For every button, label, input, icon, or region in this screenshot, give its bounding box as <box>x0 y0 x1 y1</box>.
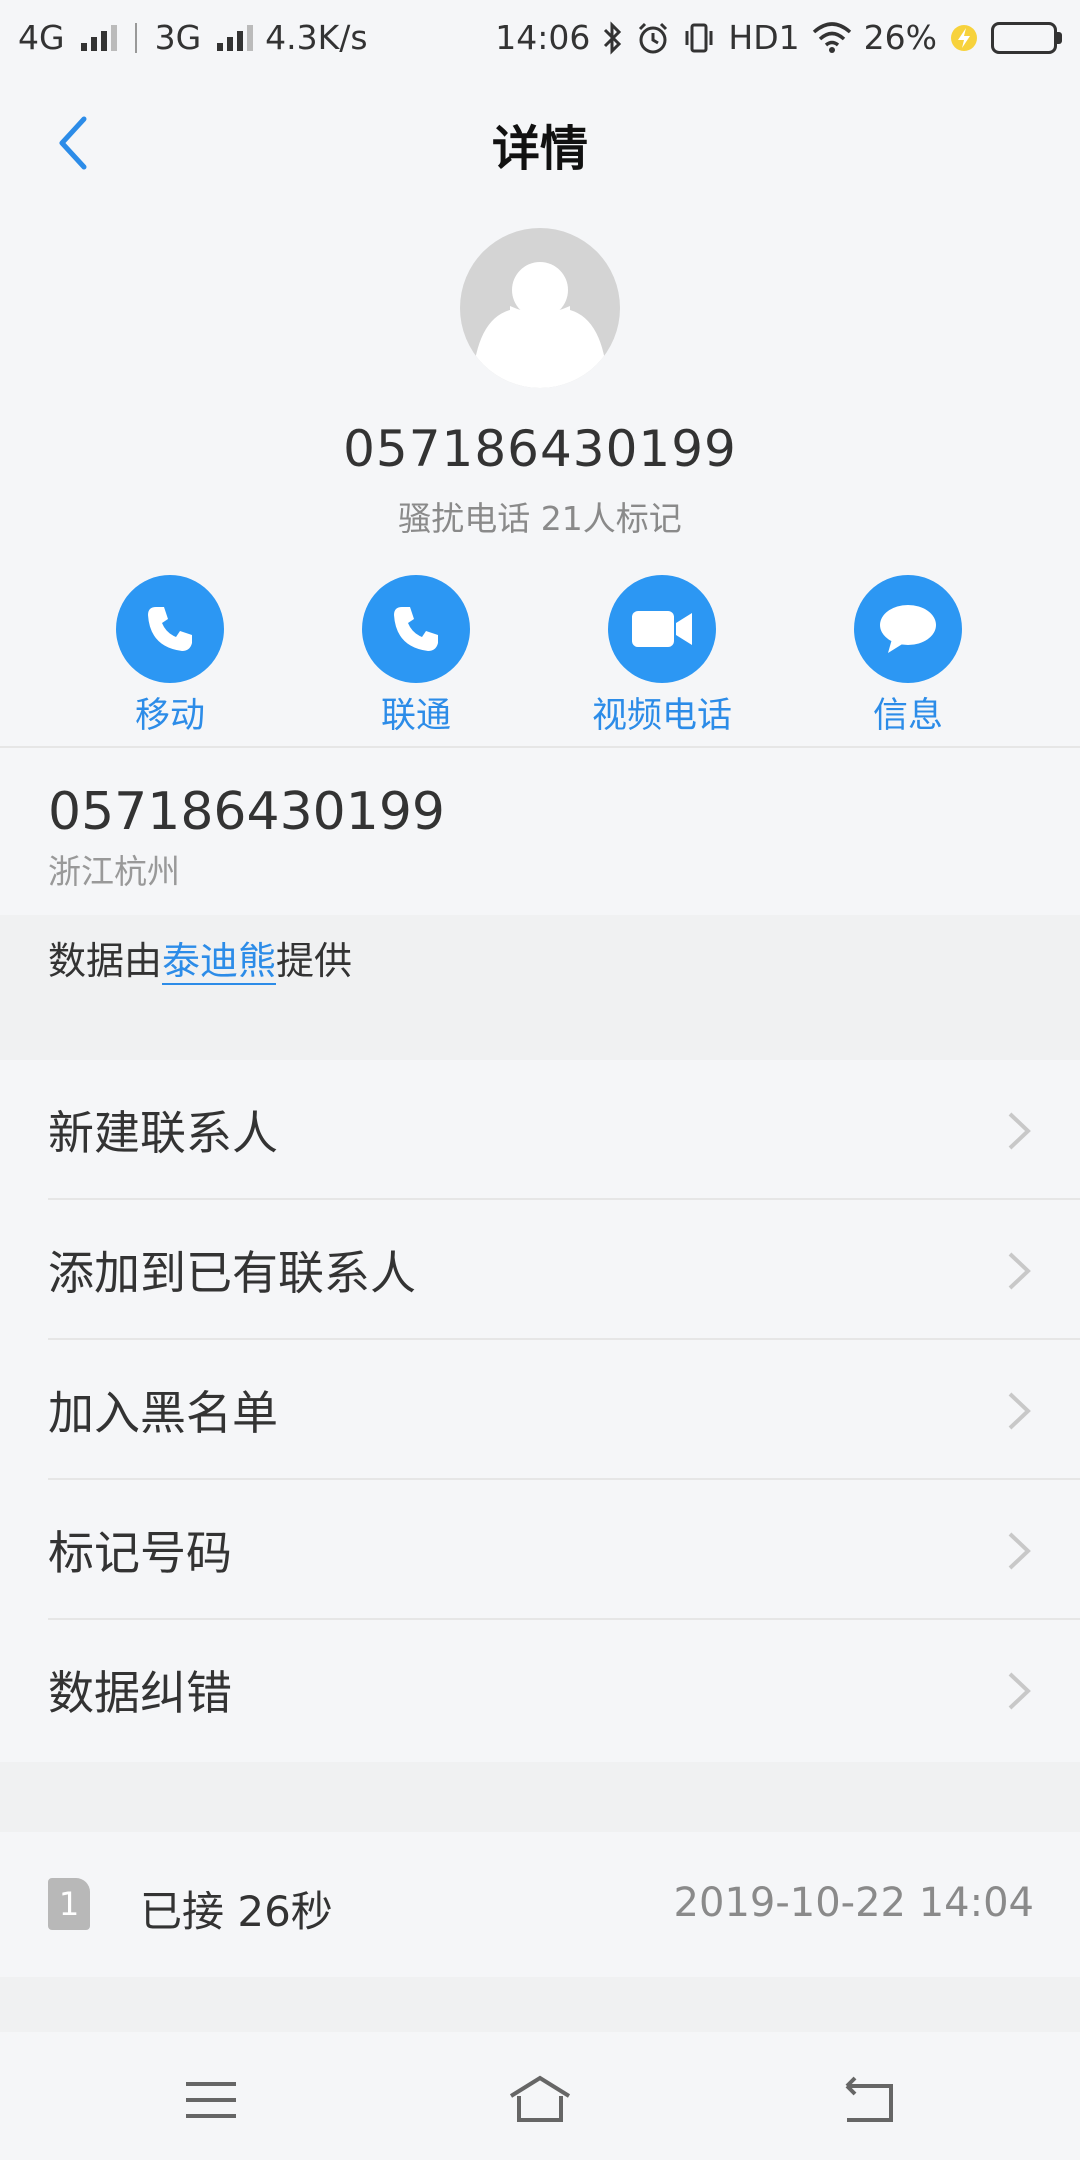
call-log-row[interactable]: 1 已接 26秒 2019-10-22 14:04 <box>0 1832 1080 1977</box>
provider-link[interactable]: 泰迪熊 <box>162 939 277 985</box>
chevron-right-icon <box>1008 1392 1031 1430</box>
call-time: 2019-10-22 14:04 <box>673 1880 1034 1926</box>
menu-item-new-contact[interactable]: 新建联系人 <box>0 1060 1080 1200</box>
menu-item-correct-data[interactable]: 数据纠错 <box>0 1620 1080 1760</box>
status-bar: 4G 3G 4.3K/s 14:06 HD1 26% <box>0 0 1080 75</box>
action-label: 信息 <box>872 696 943 736</box>
chevron-right-icon <box>1008 1252 1031 1290</box>
avatar <box>460 228 620 388</box>
action-bar: 移动 联通 视频电话 信息 <box>0 575 1080 738</box>
home-icon[interactable] <box>505 2070 575 2130</box>
provider-prefix: 数据由 <box>48 939 163 983</box>
menu-icon[interactable] <box>176 2070 246 2130</box>
hd-indicator: HD1 <box>728 18 800 57</box>
signal-icon-2 <box>217 24 254 51</box>
menu-item-mark-number[interactable]: 标记号码 <box>0 1480 1080 1620</box>
battery-icon <box>991 21 1062 54</box>
menu-item-label: 新建联系人 <box>48 1106 278 1160</box>
status-bar-left: 4G 3G 4.3K/s <box>18 18 368 57</box>
wifi-icon <box>812 21 851 53</box>
menu-item-add-existing[interactable]: 添加到已有联系人 <box>0 1200 1080 1340</box>
menu-item-label: 加入黑名单 <box>48 1386 278 1440</box>
menu-item-blacklist[interactable]: 加入黑名单 <box>0 1340 1080 1480</box>
network-speed: 4.3K/s <box>265 18 368 57</box>
sim-card-icon: 1 <box>48 1878 90 1930</box>
provider-suffix: 提供 <box>276 939 353 983</box>
caller-number: 057186430199 <box>343 420 737 478</box>
spam-tag: 骚扰电话 21人标记 <box>398 499 682 538</box>
action-label: 联通 <box>380 696 451 736</box>
menu-item-label: 数据纠错 <box>48 1666 232 1720</box>
header: 详情 <box>0 95 1080 185</box>
menu-item-label: 标记号码 <box>48 1526 232 1580</box>
alarm-icon <box>639 22 668 53</box>
page-title: 详情 <box>491 121 588 177</box>
chevron-right-icon <box>1008 1532 1031 1570</box>
clock: 14:06 <box>495 18 591 57</box>
call-mobile-button[interactable]: 移动 <box>60 575 280 738</box>
chevron-right-icon <box>1008 1672 1031 1710</box>
message-button[interactable]: 信息 <box>798 575 1018 738</box>
battery-percent: 26% <box>863 18 937 57</box>
message-bubble-icon <box>854 575 962 683</box>
action-label: 移动 <box>134 696 205 736</box>
menu-item-label: 添加到已有联系人 <box>48 1246 416 1300</box>
section-gap <box>0 1762 1080 1832</box>
person-silhouette-icon <box>472 262 608 388</box>
bluetooth-icon <box>604 20 622 55</box>
data-provider-text: 数据由泰迪熊提供 <box>48 930 352 985</box>
back-icon[interactable] <box>833 2070 903 2130</box>
call-unicom-button[interactable]: 联通 <box>306 575 526 738</box>
vibrate-icon <box>685 23 713 52</box>
video-call-button[interactable]: 视频电话 <box>552 575 772 738</box>
network-type-2: 3G <box>154 18 202 57</box>
divider <box>134 22 137 53</box>
charging-icon <box>951 24 977 51</box>
chevron-right-icon <box>1008 1112 1031 1150</box>
number-detail[interactable]: 057186430199 <box>48 782 445 842</box>
status-bar-right: 14:06 HD1 26% <box>495 18 1062 57</box>
section-gap <box>0 1977 1080 2032</box>
number-location: 浙江杭州 <box>48 852 180 891</box>
video-camera-icon <box>608 575 716 683</box>
phone-icon <box>116 575 224 683</box>
call-status: 已接 26秒 <box>140 1887 333 1936</box>
network-type-1: 4G <box>18 18 65 57</box>
navigation-bar <box>0 2032 1080 2160</box>
options-menu: 新建联系人 添加到已有联系人 加入黑名单 标记号码 数据纠错 <box>0 1060 1080 1760</box>
divider <box>0 746 1080 748</box>
action-label: 视频电话 <box>591 696 732 736</box>
phone-icon <box>362 575 470 683</box>
signal-icon <box>80 24 117 51</box>
